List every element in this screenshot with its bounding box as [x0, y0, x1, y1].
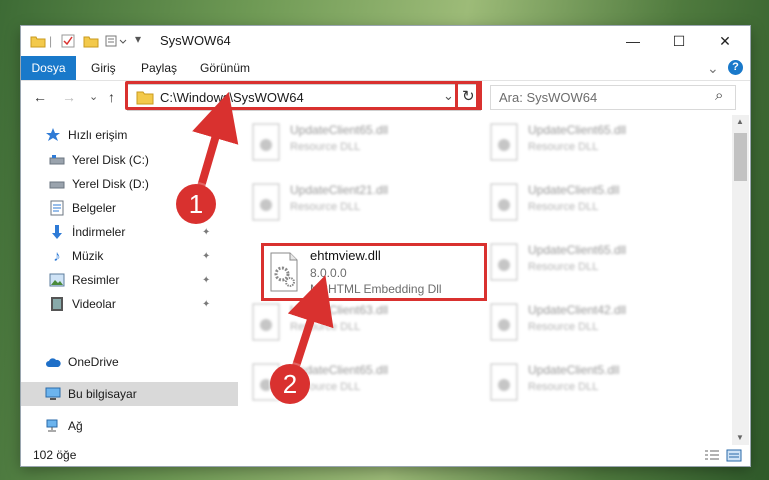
step-badge-1: 1: [176, 184, 216, 224]
arrow-to-address-bar: [192, 91, 239, 192]
annotation-arrows: [192, 91, 334, 368]
arrow-to-file: [287, 275, 334, 368]
step-badge-2: 2: [270, 364, 310, 404]
